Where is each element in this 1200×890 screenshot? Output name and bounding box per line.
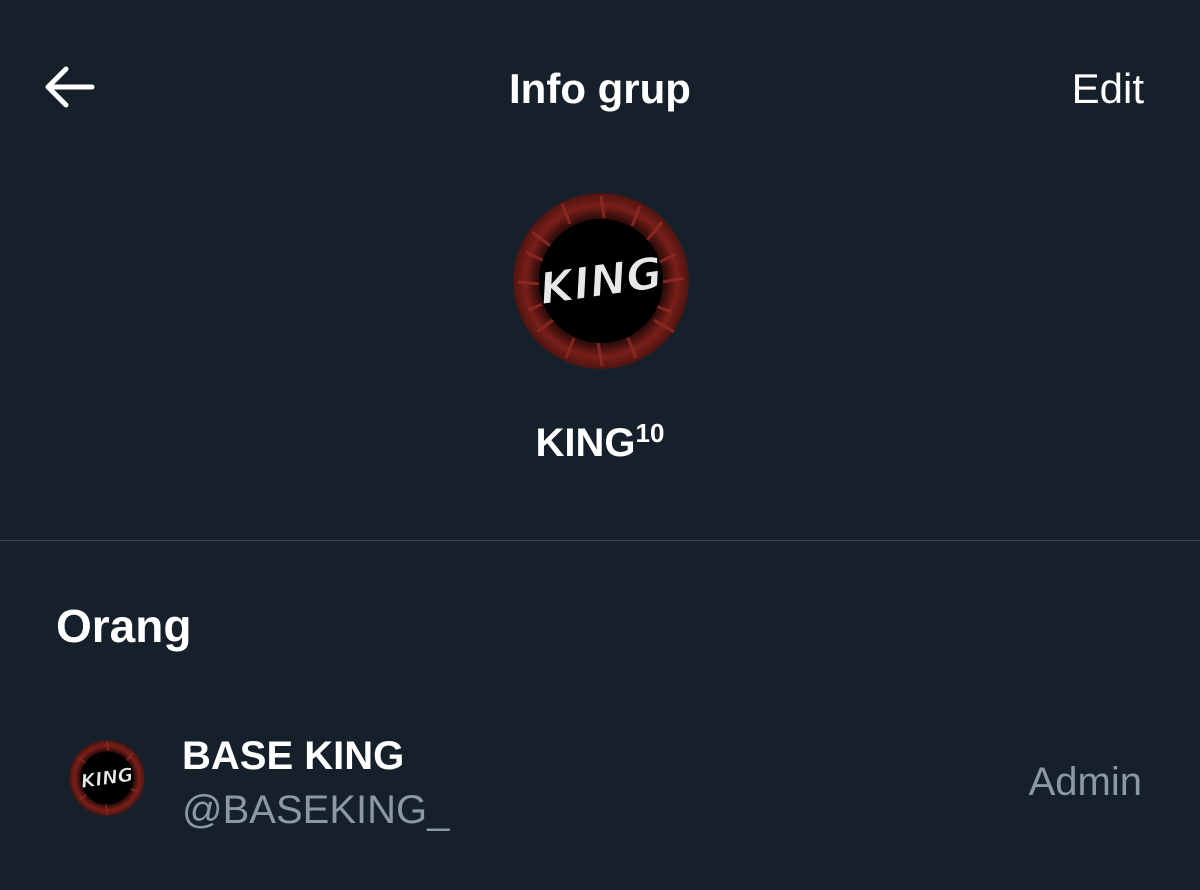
people-section-title: Orang <box>56 600 192 652</box>
group-name-superscript: 10 <box>635 418 665 448</box>
edit-button[interactable]: Edit <box>1072 64 1144 114</box>
group-name-text: KING <box>535 421 636 465</box>
member-row[interactable]: KING BASE KING @BASEKING_ Admin <box>0 720 1200 840</box>
divider <box>0 540 1200 541</box>
member-handle: @BASEKING_ <box>182 788 450 832</box>
arrow-left-icon <box>45 66 95 108</box>
member-role-badge: Admin <box>1028 760 1142 804</box>
back-button[interactable] <box>40 62 96 112</box>
page-title: Info grup <box>509 65 691 112</box>
group-avatar[interactable]: KING <box>512 192 690 370</box>
member-avatar[interactable]: KING <box>69 740 145 816</box>
member-name: BASE KING <box>182 734 405 778</box>
group-name: KING10 <box>0 418 1200 468</box>
top-bar: Info grup Edit <box>0 0 1200 180</box>
